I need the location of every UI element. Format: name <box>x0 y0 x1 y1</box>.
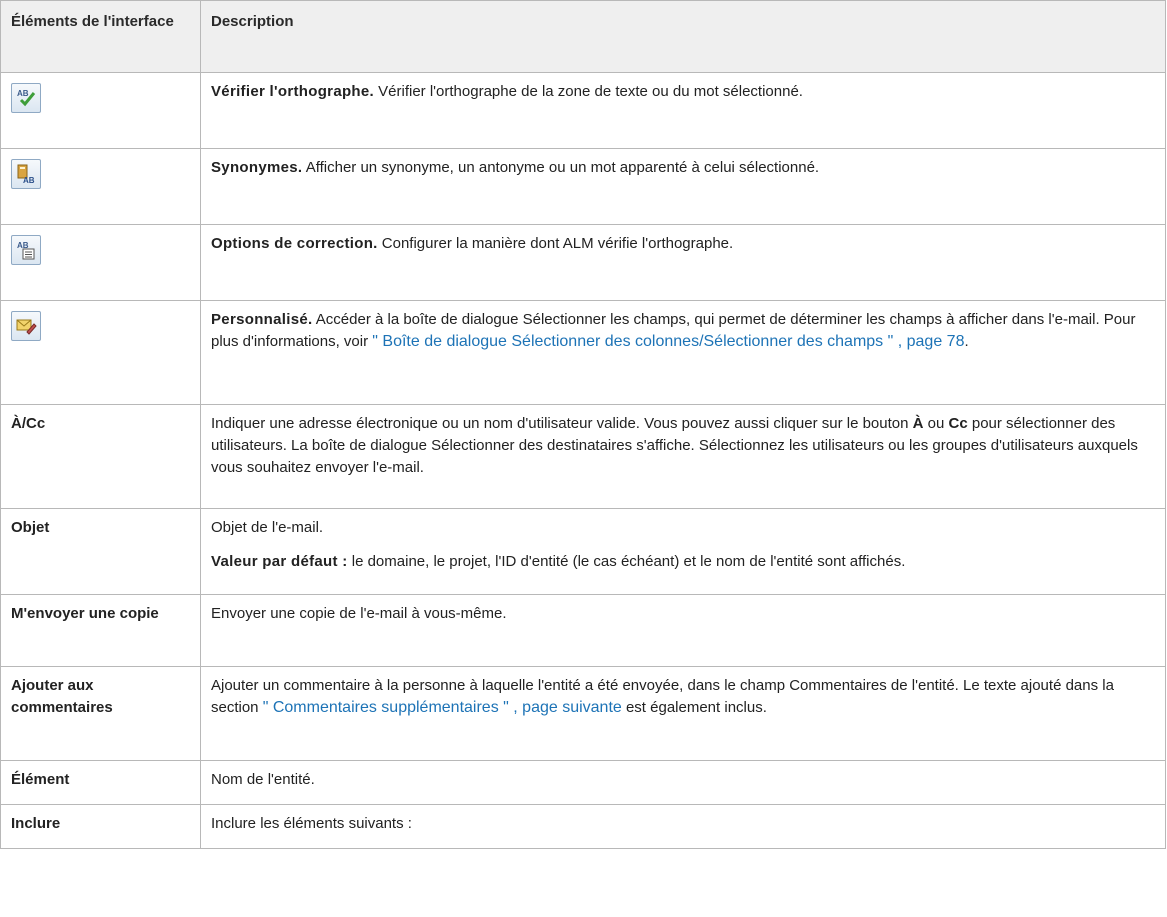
table-row: Élément Nom de l'entité. <box>0 760 1166 805</box>
icon-cell: AB <box>0 148 201 225</box>
table-row: M'envoyer une copie Envoyer une copie de… <box>0 594 1166 667</box>
svg-text:AB: AB <box>23 176 35 185</box>
row-label: Inclure <box>0 804 201 849</box>
row-label: Ajouter aux commentaires <box>0 666 201 761</box>
description-cell: Indiquer une adresse électronique ou un … <box>200 404 1166 509</box>
table-row: AB Options de correction. Configurer la … <box>0 224 1166 301</box>
icon-cell <box>0 300 201 405</box>
table-row: Inclure Inclure les éléments suivants : <box>0 804 1166 849</box>
row-label: Élément <box>0 760 201 805</box>
thesaurus-icon: AB <box>11 159 41 189</box>
description-cell: Vérifier l'orthographe. Vérifier l'ortho… <box>200 72 1166 149</box>
default-value-text: Valeur par défaut : le domaine, le proje… <box>211 553 906 570</box>
table-row: À/Cc Indiquer une adresse électronique o… <box>0 404 1166 509</box>
table-header-row: Éléments de l'interface Description <box>0 0 1166 73</box>
spell-check-icon: AB <box>11 83 41 113</box>
icon-cell: AB <box>0 224 201 301</box>
subject-text: Objet de l'e-mail. <box>211 519 324 536</box>
table-row: Personnalisé. Accéder à la boîte de dial… <box>0 300 1166 405</box>
description-cell: Personnalisé. Accéder à la boîte de dial… <box>200 300 1166 405</box>
description-cell: Nom de l'entité. <box>200 760 1166 805</box>
description-cell: Envoyer une copie de l'e-mail à vous-mêm… <box>200 594 1166 667</box>
description-cell: Options de correction. Configurer la man… <box>200 224 1166 301</box>
description-cell: Ajouter un commentaire à la personne à l… <box>200 666 1166 761</box>
description-cell: Synonymes. Afficher un synonyme, un anto… <box>200 148 1166 225</box>
ui-elements-table: Éléments de l'interface Description AB V… <box>0 0 1166 849</box>
description-cell: Objet de l'e-mail. Valeur par défaut : l… <box>200 508 1166 595</box>
header-ui-elements: Éléments de l'interface <box>0 0 201 73</box>
select-fields-dialog-link[interactable]: " Boîte de dialogue Sélectionner des col… <box>372 333 964 350</box>
row-label: Objet <box>0 508 201 595</box>
additional-comments-link[interactable]: " Commentaires supplémentaires " , page … <box>263 699 622 716</box>
table-row: Objet Objet de l'e-mail. Valeur par défa… <box>0 508 1166 595</box>
customize-email-icon <box>11 311 41 341</box>
svg-text:AB: AB <box>17 89 29 98</box>
row-label: M'envoyer une copie <box>0 594 201 667</box>
description-cell: Inclure les éléments suivants : <box>200 804 1166 849</box>
table-row: AB Vérifier l'orthographe. Vérifier l'or… <box>0 72 1166 149</box>
icon-cell: AB <box>0 72 201 149</box>
row-label: À/Cc <box>0 404 201 509</box>
header-description: Description <box>200 0 1166 73</box>
table-row: AB Synonymes. Afficher un synonyme, un a… <box>0 148 1166 225</box>
table-row: Ajouter aux commentaires Ajouter un comm… <box>0 666 1166 761</box>
spelling-options-icon: AB <box>11 235 41 265</box>
